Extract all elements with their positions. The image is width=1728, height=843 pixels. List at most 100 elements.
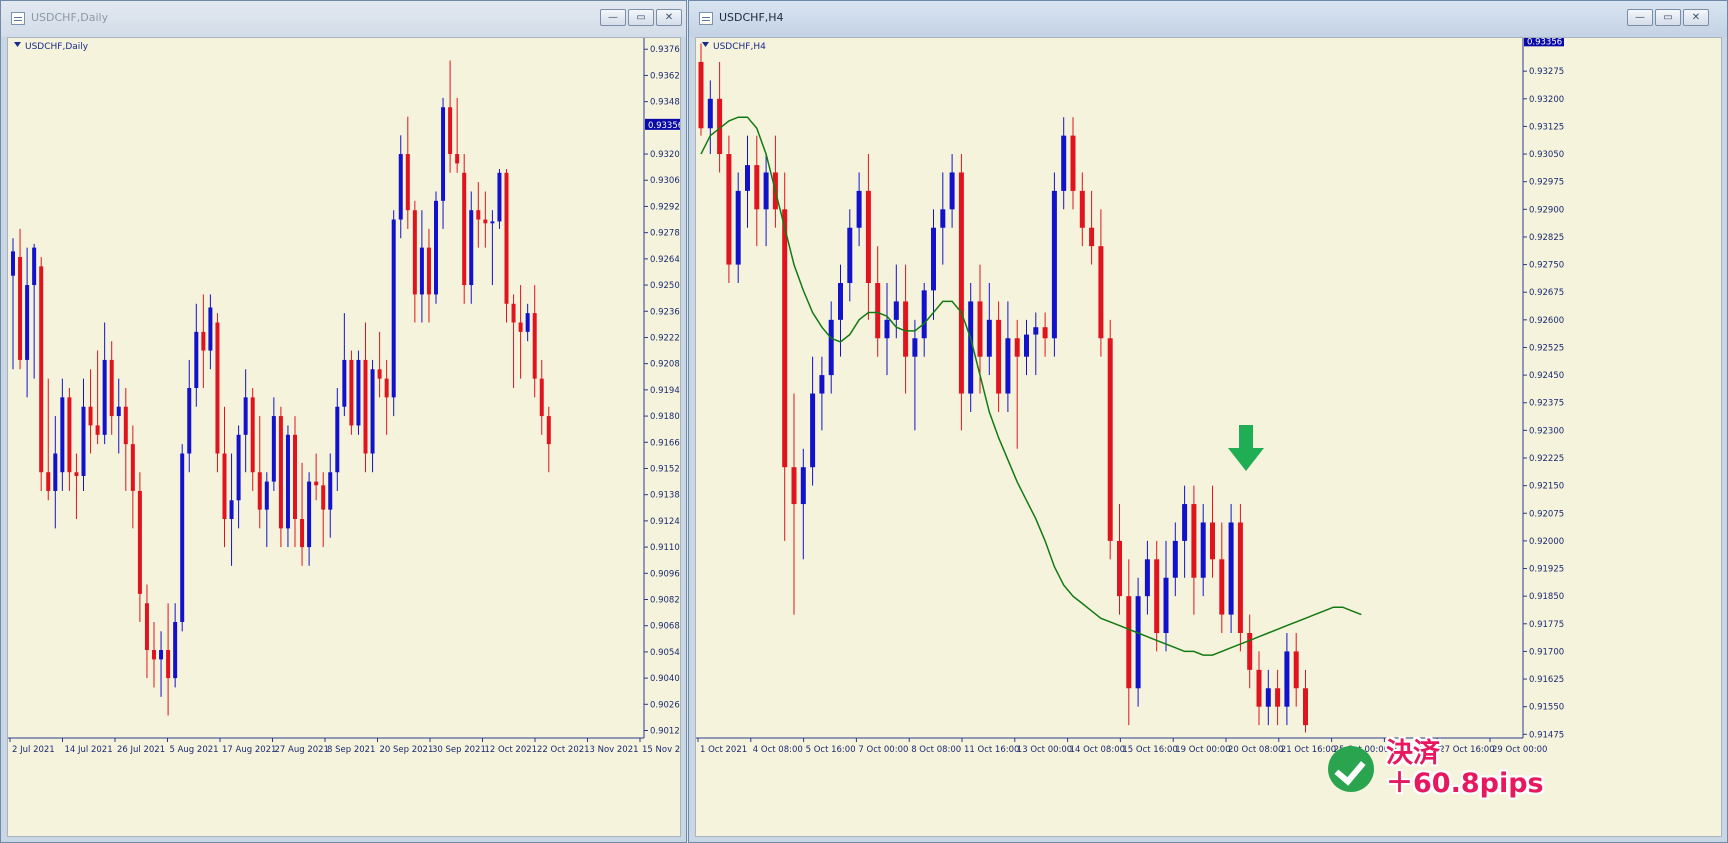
candle: [1293, 633, 1299, 707]
candle: [1265, 669, 1271, 726]
candle: [949, 154, 955, 228]
candle: [356, 350, 361, 435]
candle: [314, 453, 319, 501]
candle-body: [434, 200, 438, 295]
price-tick-label: 0.90400: [650, 674, 681, 684]
candle: [986, 283, 992, 376]
candle-body: [782, 209, 788, 468]
candle-body: [314, 481, 319, 486]
chart-area-daily[interactable]: USDCHF,Daily 0.93760 0.93620 0.93480 0.93200…: [7, 37, 681, 837]
candle-body: [391, 219, 396, 398]
price-tick-label: 0.92075: [1529, 509, 1564, 519]
time-tick-label: 19 Oct 00:00: [1175, 745, 1230, 755]
candle: [1163, 540, 1169, 652]
candle: [518, 285, 523, 379]
price-tick-label: 0.93200: [650, 150, 681, 160]
candle-body: [838, 283, 843, 320]
maximize-button[interactable]: ▭: [1655, 9, 1681, 26]
candle: [180, 444, 185, 632]
candle: [250, 388, 255, 491]
close-button[interactable]: ✕: [656, 9, 682, 26]
close-button[interactable]: ✕: [1683, 9, 1709, 26]
candle: [412, 200, 417, 323]
candle-body: [53, 453, 58, 491]
price-tick-label: 0.91850: [1529, 592, 1564, 602]
candle: [335, 388, 340, 491]
candle-body: [903, 301, 909, 357]
time-tick-label: 12 Oct 2021: [485, 745, 538, 755]
chart-window-h4[interactable]: USDCHF,H4 — ▭ ✕ USDCHF,H4 0.93275 0.93200 0…: [688, 0, 1728, 843]
current-price-label: 0.93356: [648, 121, 681, 131]
candle: [912, 319, 918, 431]
candle: [1014, 319, 1020, 449]
candle: [476, 182, 481, 248]
candle-body: [912, 338, 918, 357]
candle: [1284, 633, 1290, 726]
candle: [856, 172, 862, 247]
daily-candlestick-chart[interactable]: USDCHF,Daily 0.93760 0.93620 0.93480 0.93200…: [8, 38, 681, 837]
candle-body: [1144, 559, 1150, 597]
minimize-button[interactable]: —: [1627, 9, 1653, 26]
candle-body: [875, 283, 881, 339]
window-titlebar[interactable]: USDCHF,Daily — ▭ ✕: [1, 1, 686, 37]
candle: [123, 388, 128, 491]
price-tick-label: 0.90120: [650, 727, 681, 737]
candle: [958, 154, 964, 431]
price-tick-label: 0.93200: [1529, 95, 1564, 105]
settlement-label: 決済: [1386, 738, 1440, 769]
dropdown-icon: [14, 42, 21, 47]
candle-body: [1265, 688, 1271, 707]
time-tick-label: 15 Oct 16:00: [1122, 745, 1177, 755]
price-tick-label: 0.92375: [1529, 399, 1564, 409]
candle: [109, 341, 114, 435]
price-tick-label: 0.92640: [650, 255, 681, 265]
time-tick-label: 20 Oct 08:00: [1228, 745, 1283, 755]
time-tick-label: 14 Oct 08:00: [1070, 745, 1125, 755]
candle-body: [349, 359, 354, 426]
price-tick-label: 0.92080: [650, 360, 681, 370]
candle-body: [1191, 504, 1197, 578]
candle-body: [426, 247, 431, 295]
candle-body: [476, 210, 481, 220]
candle: [504, 169, 509, 323]
candle: [293, 416, 297, 548]
candle-body: [462, 172, 467, 286]
price-tick-label: 0.93060: [650, 176, 681, 186]
candle: [285, 425, 290, 548]
candle-body: [532, 313, 537, 379]
price-tick-label: 0.91380: [650, 491, 681, 501]
window-titlebar[interactable]: USDCHF,H4 — ▭ ✕: [689, 1, 1727, 37]
candle-body: [1070, 135, 1076, 191]
h4-candlestick-chart[interactable]: USDCHF,H4 0.93275 0.93200 0.93125 0.93050 0.9…: [696, 38, 1722, 837]
chart-window-daily[interactable]: USDCHF,Daily — ▭ ✕ USDCHF,Daily 0.93760 0.…: [0, 0, 687, 843]
price-tick-label: 0.91520: [650, 464, 681, 474]
maximize-button[interactable]: ▭: [628, 9, 654, 26]
candle-body: [384, 378, 389, 398]
time-tick-label: 8 Oct 08:00: [911, 745, 961, 755]
candle-body: [539, 378, 544, 417]
candle: [405, 116, 410, 229]
candle: [490, 210, 495, 286]
candle-body: [1079, 190, 1085, 228]
check-circle-icon: [1328, 746, 1374, 792]
candle-body: [1126, 596, 1132, 689]
candle: [102, 322, 107, 445]
candle-body: [321, 485, 326, 510]
pips-result: ＋60.8pips: [1386, 768, 1544, 799]
candle: [257, 416, 262, 529]
candle-body: [1117, 540, 1122, 597]
time-tick-label: 11 Oct 16:00: [964, 745, 1019, 755]
price-tick-label: 0.92300: [1529, 426, 1564, 436]
candle: [1107, 319, 1113, 560]
candle: [884, 283, 890, 376]
candle-body: [159, 650, 164, 660]
candle: [455, 97, 460, 173]
time-tick-label: 7 Oct 00:00: [858, 745, 908, 755]
price-tick-label: 0.92900: [1529, 205, 1564, 215]
minimize-button[interactable]: —: [600, 9, 626, 26]
time-tick-label: 5 Aug 2021: [170, 745, 219, 755]
chart-area-h4[interactable]: USDCHF,H4 0.93275 0.93200 0.93125 0.93050 0.9…: [695, 37, 1722, 837]
candle: [243, 369, 248, 473]
candle: [370, 359, 375, 473]
price-tick-label: 0.91940: [650, 386, 681, 396]
